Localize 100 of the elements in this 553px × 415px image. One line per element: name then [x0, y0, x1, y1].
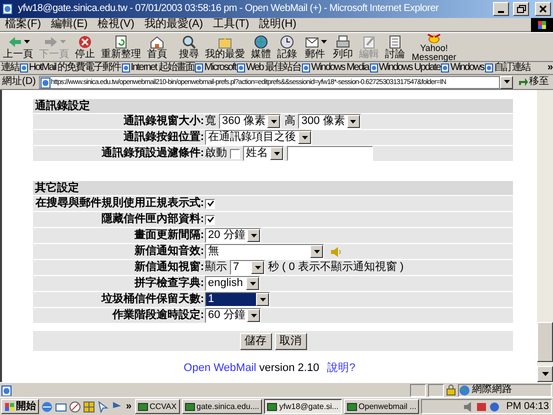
section-title: 其它設定	[33, 181, 513, 195]
stop-icon	[76, 34, 94, 50]
overflow-chevron[interactable]: »	[125, 402, 133, 412]
overflow-chevron[interactable]: »	[547, 63, 552, 73]
select-dropdown[interactable]: 300 像素	[298, 114, 361, 129]
restore-icon	[516, 5, 526, 13]
section-title: 通訊錄設定	[33, 99, 513, 113]
select-dropdown[interactable]: 20 分鐘	[205, 228, 262, 243]
select-dropdown[interactable]: 無	[205, 244, 324, 259]
toolbar-button[interactable]: 首頁	[144, 32, 170, 62]
checkbox[interactable]	[205, 214, 215, 224]
window-icon	[138, 402, 148, 412]
checkbox[interactable]	[205, 198, 215, 208]
close-button[interactable]	[535, 2, 551, 16]
link-item[interactable]: Web 最佳站台	[236, 63, 302, 73]
minimize-button[interactable]	[493, 2, 509, 16]
cursor-icon	[97, 400, 109, 412]
toolbar-button[interactable]: 郵件	[300, 32, 330, 62]
setting-label: 隱藏信件匣內部資料:	[100, 212, 205, 227]
link-item[interactable]: Internet 起始畫面	[122, 63, 194, 73]
link-item[interactable]: 自訂連結	[484, 63, 530, 73]
toolbar-button[interactable]: 搜尋	[176, 32, 202, 62]
text-field[interactable]	[287, 146, 373, 161]
links-label: 連結	[1, 63, 19, 73]
setting-text: 顯示	[205, 262, 227, 273]
setting-label: 通訊錄視窗大小:	[122, 114, 205, 129]
setting-text: 高	[284, 116, 296, 127]
taskbar-button[interactable]: yfw18@gate.si...	[264, 399, 342, 414]
padlock-icon	[446, 384, 456, 396]
caret-icon	[24, 40, 30, 44]
toolbar-button[interactable]: 我的最愛	[202, 32, 248, 62]
help-link[interactable]: 說明?	[327, 363, 356, 374]
caret-icon	[270, 120, 277, 124]
toolbar-button[interactable]: 媒體	[248, 32, 274, 62]
tray-icon	[489, 402, 500, 412]
status-pane	[428, 384, 444, 396]
caret-icon	[504, 80, 510, 84]
scroll-down-button[interactable]	[537, 366, 553, 382]
select-dropdown[interactable]: 姓名	[243, 146, 284, 161]
select-dropdown[interactable]: 7	[230, 260, 265, 275]
printer-icon	[334, 34, 352, 50]
window-icon	[346, 402, 357, 412]
home-icon	[148, 34, 166, 50]
start-button[interactable]: 開始	[1, 399, 39, 414]
scrollbar[interactable]	[537, 90, 553, 382]
select-dropdown[interactable]: 360 像素	[219, 114, 282, 129]
globe-icon	[252, 34, 270, 50]
select-dropdown[interactable]: english	[205, 276, 260, 291]
go-button[interactable]: 移至	[516, 77, 551, 87]
caret-icon	[542, 372, 548, 376]
taskbar-button[interactable]: gate.sinica.edu....	[182, 399, 262, 414]
form-button[interactable]: 取消	[274, 332, 306, 350]
link-item[interactable]: Microsoft	[195, 63, 236, 73]
taskbar-button[interactable]: Openwebmail ...	[344, 399, 420, 414]
link-item[interactable]: Windows	[441, 63, 484, 73]
toolbar-button[interactable]: 停止	[72, 32, 98, 62]
dropdown-button[interactable]	[500, 76, 513, 88]
scrollbar-thumb[interactable]	[537, 322, 553, 362]
toolbar-button[interactable]: Yahoo! Messenger	[408, 32, 460, 62]
setting-text: 秒 ( 0 表示不顯示通知視窗 )	[268, 262, 404, 273]
link-item[interactable]: Windows Media	[302, 63, 369, 73]
toolbar-button[interactable]: 重新整理	[98, 32, 144, 62]
select-dropdown[interactable]: 60 分鐘	[205, 308, 262, 323]
toolbar-button[interactable]: 上一頁	[0, 32, 36, 62]
caret-icon	[350, 120, 356, 124]
window-title: yfw18@gate.sinica.edu.tw - 07/01/2003 03:58:16 pm - Open WebMail (+) - Microsoft Internet Explorer	[18, 4, 440, 14]
search-icon	[180, 34, 198, 50]
menu-item[interactable]: 編輯(E)	[46, 19, 93, 30]
menu-item[interactable]: 我的最愛(A)	[139, 19, 208, 30]
taskbar-button[interactable]: CCVAX	[134, 399, 180, 414]
link-item[interactable]: Windows Update	[370, 63, 440, 73]
setting-label: 通訊錄預設過濾條件:	[100, 146, 205, 161]
caret-icon	[250, 234, 257, 238]
status-pane	[410, 384, 426, 396]
windows-logo-icon	[4, 402, 15, 412]
caret-icon	[274, 152, 280, 156]
menu-item[interactable]: 檢視(V)	[92, 19, 140, 30]
window-icon	[184, 402, 195, 412]
close-icon	[539, 5, 547, 13]
arrow-icon	[518, 77, 528, 87]
toolbar-button[interactable]: 記錄	[274, 32, 300, 62]
caret-icon	[302, 136, 308, 140]
windows-logo-icon	[531, 18, 553, 32]
page-icon	[2, 3, 14, 15]
form-button[interactable]: 儲存	[240, 332, 272, 350]
grid-icon	[83, 400, 95, 412]
menu-item[interactable]: 工具(T)	[208, 19, 254, 30]
select-dropdown[interactable]: 1	[205, 292, 270, 307]
select-dropdown[interactable]: 在通訊錄項目之後	[205, 130, 312, 145]
menu-item[interactable]: 檔案(F)	[0, 19, 46, 30]
caret-icon	[321, 40, 327, 44]
toolbar-button[interactable]: 列印	[330, 32, 356, 62]
menu-item[interactable]: 說明(H)	[254, 19, 302, 30]
caret-icon	[314, 250, 320, 254]
toolbar-button[interactable]: 討論	[382, 32, 408, 62]
link-item[interactable]: HotMail 的免費電子郵件	[20, 63, 121, 73]
setting-label: 垃圾桶信件保留天數:	[100, 292, 205, 307]
maximize-button[interactable]	[513, 2, 529, 16]
caret-icon	[250, 282, 256, 286]
checkbox[interactable]	[230, 148, 240, 158]
